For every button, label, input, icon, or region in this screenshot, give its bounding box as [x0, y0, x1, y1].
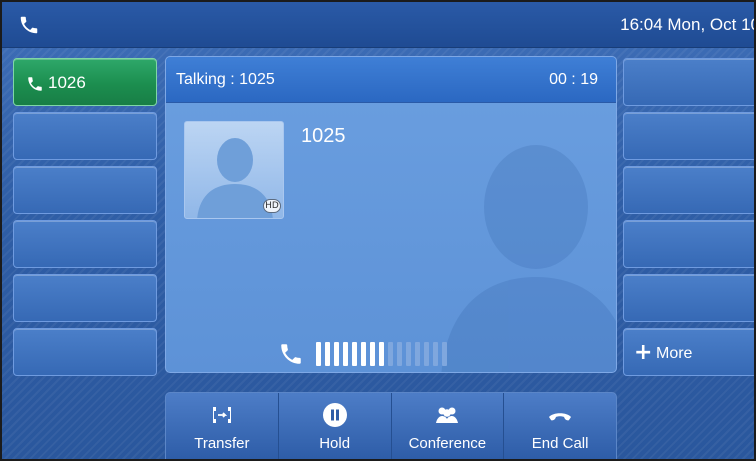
- volume-bar: [424, 342, 429, 366]
- line-key-3[interactable]: [13, 166, 157, 214]
- line-key-10[interactable]: [623, 220, 754, 268]
- phone-screen: 16:04 Mon, Oct 10 1026 + More Talking : …: [0, 0, 756, 461]
- line-key-11[interactable]: [623, 274, 754, 322]
- volume-bar: [388, 342, 393, 366]
- phone-handset-icon: [20, 16, 38, 34]
- conference-button[interactable]: Conference: [392, 393, 505, 459]
- volume-bar: [325, 342, 330, 366]
- hold-label: Hold: [319, 435, 351, 452]
- transfer-label: Transfer: [194, 435, 250, 452]
- contact-avatar: HD: [184, 121, 284, 219]
- call-state: Talking : 1025: [176, 71, 275, 88]
- line-key-6[interactable]: [13, 328, 157, 376]
- line-key-8[interactable]: [623, 112, 754, 160]
- transfer-button[interactable]: Transfer: [166, 393, 279, 459]
- hold-button[interactable]: Hold: [279, 393, 392, 459]
- softkey-bar: Transfer Hold Conference End Call: [165, 392, 617, 459]
- end-call-label: End Call: [531, 435, 589, 452]
- volume-bar: [397, 342, 402, 366]
- hd-badge: HD: [263, 199, 281, 213]
- volume-bar: [406, 342, 411, 366]
- line-key-5[interactable]: [13, 274, 157, 322]
- end-call-button[interactable]: End Call: [504, 393, 616, 459]
- volume-bar: [343, 342, 348, 366]
- conference-label: Conference: [408, 435, 487, 452]
- call-header: Talking : 1025 00 : 19: [166, 57, 616, 103]
- volume-bar: [370, 342, 375, 366]
- contact-silhouette-watermark: [441, 145, 616, 372]
- plus-icon: +: [634, 340, 653, 365]
- volume-bar: [361, 342, 366, 366]
- line-key-4[interactable]: [13, 220, 157, 268]
- volume-bar: [379, 342, 384, 366]
- line-key-1[interactable]: 1026: [13, 58, 157, 106]
- end-call-icon: [549, 413, 572, 421]
- call-timer: 00 : 19: [549, 71, 598, 88]
- transfer-icon: [212, 407, 231, 423]
- line-key-2[interactable]: [13, 112, 157, 160]
- volume-bar: [334, 342, 339, 366]
- handset-volume-icon: [281, 344, 301, 364]
- volume-indicator[interactable]: [278, 339, 538, 369]
- volume-bar: [415, 342, 420, 366]
- line-key-7[interactable]: [623, 58, 754, 106]
- caller-name: 1025: [301, 125, 346, 147]
- phone-handset-icon: [28, 77, 42, 91]
- line-key-label: 1026: [48, 73, 86, 92]
- line-key-9[interactable]: [623, 166, 754, 214]
- status-datetime: 16:04 Mon, Oct 10: [620, 15, 756, 34]
- volume-bar: [352, 342, 357, 366]
- volume-bar: [442, 342, 447, 366]
- volume-bar: [316, 342, 321, 366]
- status-bar: 16:04 Mon, Oct 10: [2, 2, 756, 48]
- volume-bar: [433, 342, 438, 366]
- more-button[interactable]: + More: [623, 328, 754, 376]
- call-panel: Talking : 1025 00 : 19 HD 1025: [165, 56, 617, 373]
- conference-icon: [436, 407, 459, 423]
- hold-icon: [322, 403, 347, 427]
- volume-bars: [316, 342, 451, 366]
- more-label: More: [656, 345, 693, 362]
